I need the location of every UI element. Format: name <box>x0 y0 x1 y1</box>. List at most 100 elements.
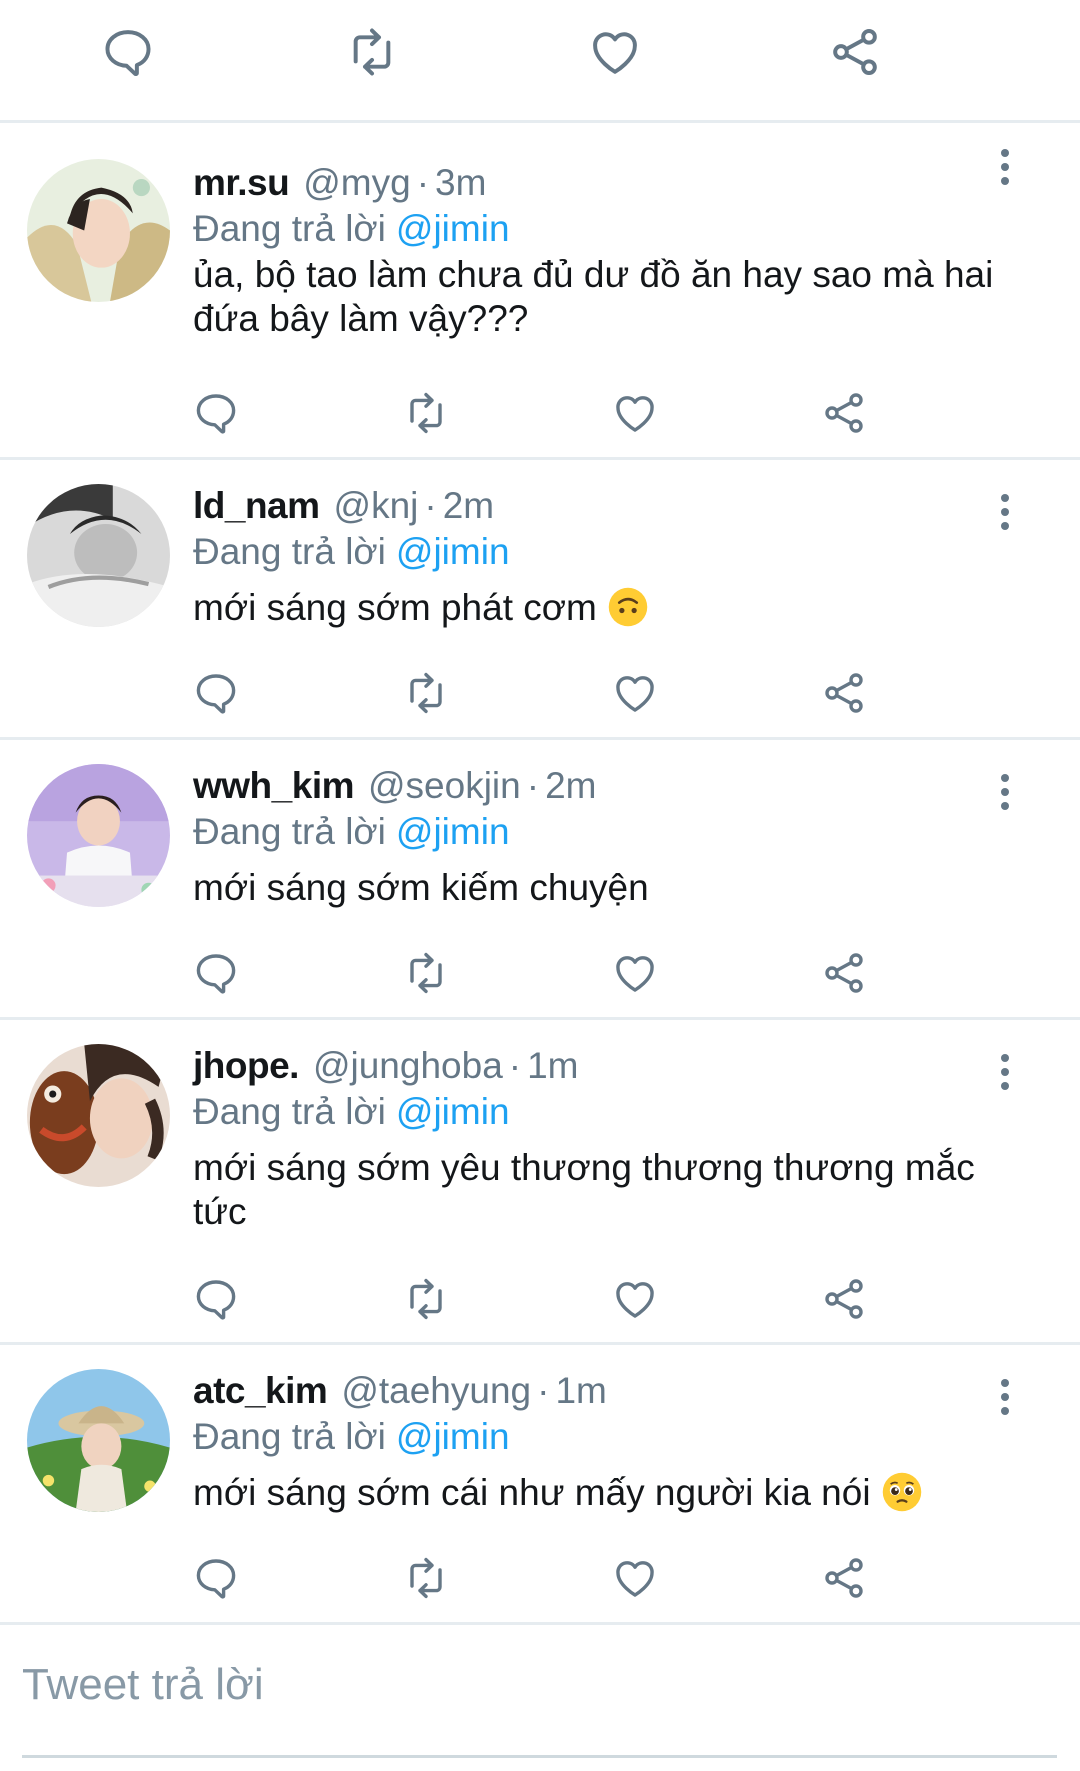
separator-dot: · <box>508 1045 522 1086</box>
share-button[interactable] <box>818 667 870 719</box>
reply-tweet[interactable]: jhope. @junghoba · 1m Đang trả lời @jimin mớ… <box>0 1020 1080 1345</box>
retweet-button[interactable] <box>400 1552 452 1604</box>
like-button[interactable] <box>609 1552 661 1604</box>
share-button[interactable] <box>818 947 870 999</box>
reply-tweet[interactable]: ld_nam @knj · 2m Đang trả lời @jimin mới sán… <box>0 460 1080 740</box>
reply-button[interactable] <box>190 387 242 439</box>
mention-link[interactable]: @jimin <box>396 531 510 572</box>
replying-label: Đang trả lời <box>193 811 386 852</box>
like-button[interactable] <box>585 22 645 82</box>
more-vertical-icon <box>1001 494 1009 530</box>
user-handle[interactable]: @seokjin <box>368 765 521 806</box>
timestamp: 2m <box>442 485 495 526</box>
reply-composer <box>22 1625 1057 1758</box>
reply-button[interactable] <box>190 947 242 999</box>
share-icon <box>833 29 877 75</box>
like-icon <box>593 32 637 74</box>
share-button[interactable] <box>825 22 885 82</box>
reply-input[interactable] <box>22 1635 1057 1735</box>
more-vertical-icon <box>1001 149 1009 185</box>
tweet-text: mới sáng sớm kiếm chuyện <box>193 867 649 908</box>
share-icon <box>825 1279 863 1319</box>
user-handle[interactable]: @taehyung <box>341 1370 531 1411</box>
tweet-text: mới sáng sớm phát cơm <box>193 587 597 628</box>
like-button[interactable] <box>609 387 661 439</box>
retweet-icon <box>410 1278 442 1320</box>
retweet-icon <box>410 392 442 434</box>
avatar[interactable] <box>27 764 170 907</box>
retweet-icon <box>410 1557 442 1599</box>
display-name[interactable]: ld_nam <box>193 485 320 526</box>
like-button[interactable] <box>609 947 661 999</box>
tweet-text: ủa, bộ tao làm chưa đủ dư đồ ăn hay sao … <box>193 254 994 339</box>
reply-icon <box>196 674 236 714</box>
reply-button[interactable] <box>190 1273 242 1325</box>
user-handle[interactable]: @knj <box>334 485 419 526</box>
retweet-button[interactable] <box>400 947 452 999</box>
reply-tweet[interactable]: atc_kim @taehyung · 1m Đang trả lời @jimin m… <box>0 1345 1080 1625</box>
user-handle[interactable]: @myg <box>303 162 410 203</box>
reply-button[interactable] <box>190 1552 242 1604</box>
reply-button[interactable] <box>190 667 242 719</box>
reply-header: jhope. @junghoba · 1m <box>193 1044 579 1088</box>
more-options-button[interactable] <box>990 492 1020 532</box>
reply-icon <box>196 1280 236 1320</box>
mention-link[interactable]: @jimin <box>396 1091 510 1132</box>
reply-icon <box>196 954 236 994</box>
like-icon <box>616 956 654 992</box>
more-options-button[interactable] <box>990 772 1020 812</box>
retweet-button[interactable] <box>342 22 402 82</box>
retweet-button[interactable] <box>400 1273 452 1325</box>
timestamp: 3m <box>435 162 487 203</box>
retweet-icon <box>410 672 442 714</box>
user-handle[interactable]: @junghoba <box>313 1045 503 1086</box>
replying-label: Đang trả lời <box>193 208 386 249</box>
display-name[interactable]: mr.su <box>193 162 290 203</box>
mention-link[interactable]: @jimin <box>396 811 510 852</box>
pleading-face-emoji <box>882 1472 921 1512</box>
reply-header: mr.su @myg · 3m <box>193 161 486 205</box>
reply-header: ld_nam @knj · 2m <box>193 484 494 528</box>
timestamp: 1m <box>527 1045 579 1086</box>
reply-tweet[interactable]: wwh_kim @seokjin · 2m Đang trả lời @jimin mớ… <box>0 740 1080 1020</box>
avatar[interactable] <box>27 484 170 627</box>
like-icon <box>616 396 654 432</box>
more-vertical-icon <box>1001 1054 1009 1090</box>
share-button[interactable] <box>818 387 870 439</box>
timestamp: 2m <box>545 765 597 806</box>
tweet-text: mới sáng sớm yêu thương thương thương mắ… <box>193 1147 975 1232</box>
like-icon <box>616 1561 654 1597</box>
like-button[interactable] <box>609 667 661 719</box>
more-options-button[interactable] <box>990 1377 1020 1417</box>
like-button[interactable] <box>609 1273 661 1325</box>
display-name[interactable]: wwh_kim <box>193 765 355 806</box>
avatar[interactable] <box>27 1369 170 1512</box>
retweet-icon <box>353 28 391 76</box>
reply-icon <box>196 1559 236 1599</box>
reply-actions <box>0 1552 1080 1612</box>
mention-link[interactable]: @jimin <box>396 208 510 249</box>
upside-down-face-emoji <box>608 587 648 627</box>
retweet-button[interactable] <box>400 387 452 439</box>
like-icon <box>616 676 654 712</box>
display-name[interactable]: jhope. <box>193 1045 299 1086</box>
replying-to: Đang trả lời @jimin <box>193 530 510 574</box>
more-options-button[interactable] <box>990 147 1020 187</box>
more-options-button[interactable] <box>990 1052 1020 1092</box>
share-icon <box>825 1558 863 1598</box>
retweet-button[interactable] <box>400 667 452 719</box>
replying-to: Đang trả lời @jimin <box>193 1090 510 1134</box>
share-button[interactable] <box>818 1552 870 1604</box>
avatar[interactable] <box>27 1044 170 1187</box>
share-button[interactable] <box>818 1273 870 1325</box>
reply-button[interactable] <box>98 22 158 82</box>
share-icon <box>825 673 863 713</box>
separator-dot: · <box>416 162 430 203</box>
parent-tweet-actions <box>0 0 1080 123</box>
separator-dot: · <box>537 1370 550 1411</box>
avatar[interactable] <box>27 159 170 302</box>
mention-link[interactable]: @jimin <box>396 1416 510 1457</box>
reply-tweet[interactable]: mr.su @myg · 3m Đang trả lời @jimin ủa, bộ t… <box>0 123 1080 460</box>
display-name[interactable]: atc_kim <box>193 1370 328 1411</box>
replying-to: Đang trả lời @jimin <box>193 810 510 854</box>
